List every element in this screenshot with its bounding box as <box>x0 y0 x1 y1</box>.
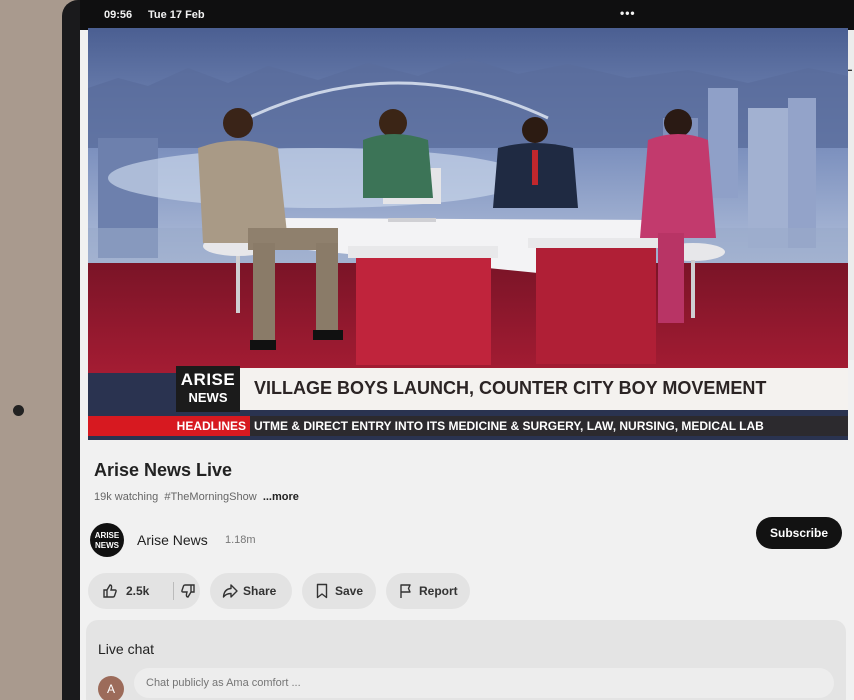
share-icon <box>222 584 238 598</box>
like-dislike-group: 2.5k <box>88 573 200 609</box>
video-player[interactable]: ARISE NEWS VILLAGE BOYS LAUNCH, COUNTER … <box>88 28 848 440</box>
save-label: Save <box>335 584 364 598</box>
share-label: Share <box>243 584 277 598</box>
status-time: 09:56 <box>104 9 133 21</box>
news-ticker: HEADLINES UTME & DIRECT ENTRY INTO ITS M… <box>88 416 848 436</box>
more-link[interactable]: ...more <box>263 491 299 503</box>
headline-text: VILLAGE BOYS LAUNCH, COUNTER CITY BOY MO… <box>254 378 767 398</box>
lower-third: ARISE NEWS VILLAGE BOYS LAUNCH, COUNTER … <box>88 364 848 418</box>
status-bar: 09:56 Tue 17 Feb ••• <box>80 0 854 30</box>
share-button[interactable]: Share <box>210 573 292 609</box>
live-chat-panel: Live chat A <box>86 620 846 700</box>
ticker-label: HEADLINES <box>88 416 250 436</box>
ticker-text: UTME & DIRECT ENTRY INTO ITS MEDICINE & … <box>254 419 764 433</box>
logo-line-1: ARISE <box>180 370 236 389</box>
ticker-label-text: HEADLINES <box>176 419 246 433</box>
tablet-screen: 09:56 Tue 17 Feb ••• L ARISE NEWS VILLAG… <box>80 0 854 700</box>
like-count[interactable]: 2.5k <box>126 573 149 609</box>
camera-dot <box>13 405 24 416</box>
like-divider <box>173 582 174 600</box>
avatar-line-2: NEWS <box>95 541 119 550</box>
live-chat-title: Live chat <box>98 641 155 657</box>
avatar-line-1: ARISE <box>94 531 120 540</box>
save-button[interactable]: Save <box>302 573 376 609</box>
flag-icon <box>400 584 411 598</box>
subscriber-count: 1.18m <box>225 534 256 546</box>
channel-avatar[interactable]: ARISE NEWS <box>90 523 124 557</box>
status-date: Tue 17 Feb <box>148 9 205 21</box>
chat-input[interactable] <box>134 668 834 698</box>
subscribe-button[interactable]: Subscribe <box>756 517 842 549</box>
watching-count: 19k watching <box>94 491 159 503</box>
channel-logo: ARISE NEWS <box>176 366 240 412</box>
hashtag-link[interactable]: #TheMorningShow <box>164 491 256 503</box>
report-button[interactable]: Report <box>386 573 470 609</box>
thumbs-up-icon[interactable] <box>102 583 118 599</box>
video-meta[interactable]: 19k watching #TheMorningShow ...more <box>94 491 299 503</box>
thumbs-down-icon[interactable] <box>180 583 196 599</box>
video-title: Arise News Live <box>94 460 233 480</box>
bookmark-icon <box>316 583 328 599</box>
multitasking-dots-icon[interactable]: ••• <box>620 6 636 20</box>
user-avatar: A <box>98 676 124 700</box>
logo-line-2: NEWS <box>188 390 228 405</box>
channel-name[interactable]: Arise News <box>137 532 208 548</box>
headline-bar: VILLAGE BOYS LAUNCH, COUNTER CITY BOY MO… <box>240 368 848 410</box>
report-label: Report <box>419 584 458 598</box>
